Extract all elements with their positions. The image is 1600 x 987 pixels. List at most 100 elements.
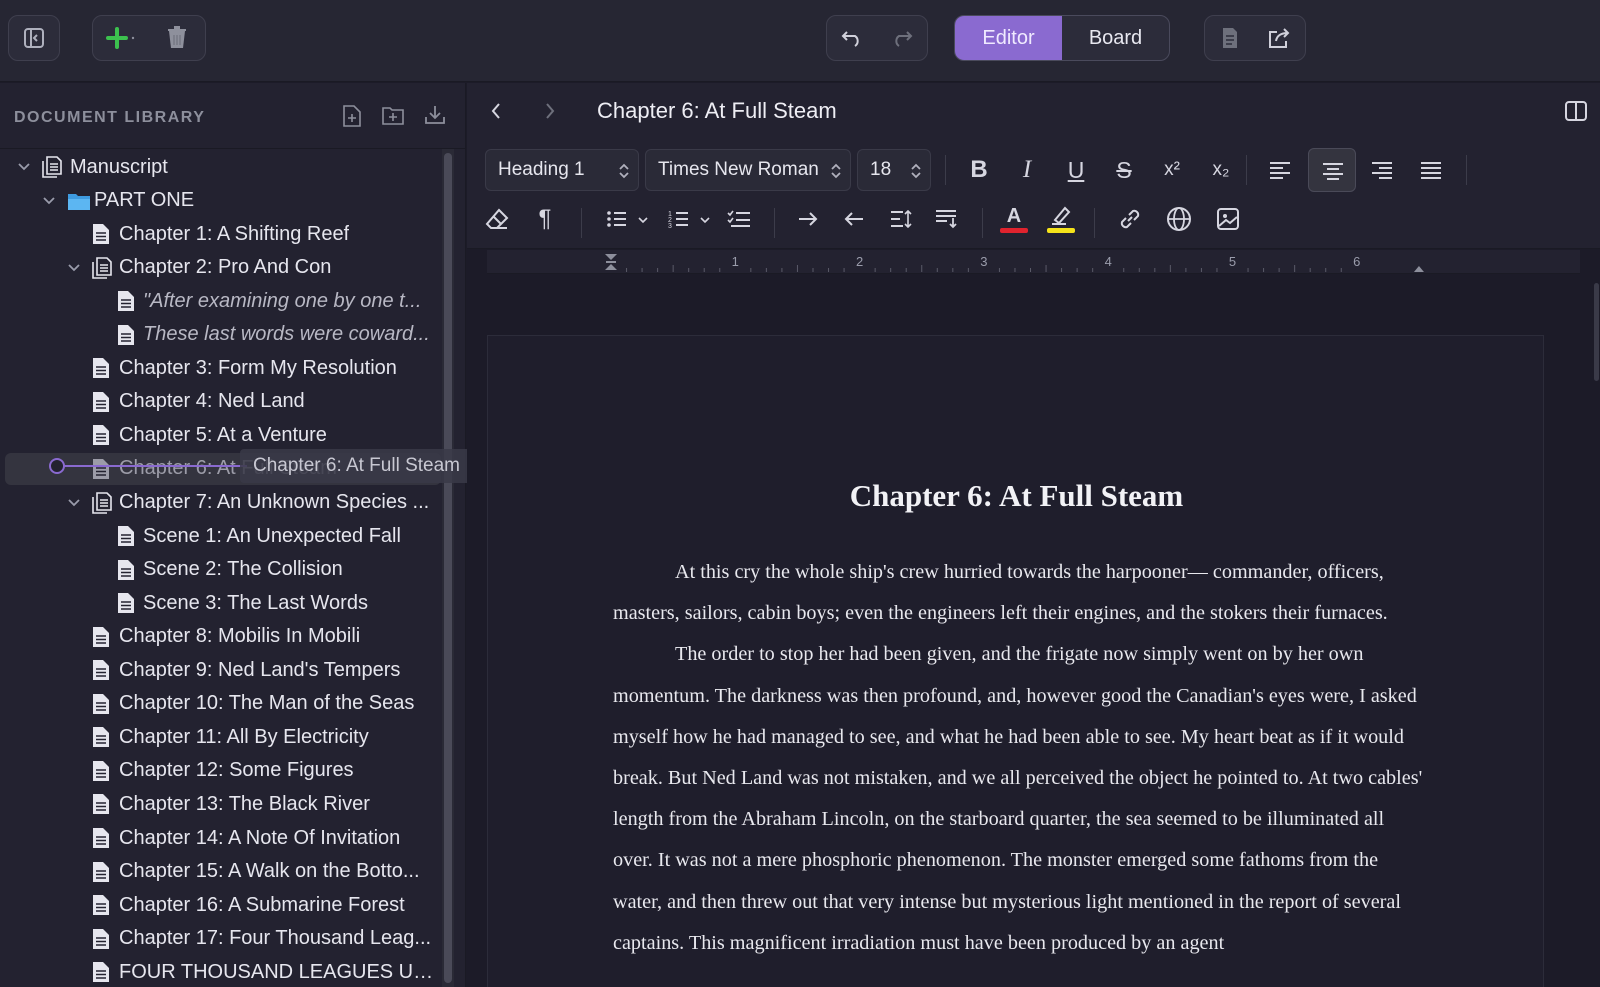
align-right-button[interactable] (1367, 155, 1397, 185)
document-button[interactable] (1205, 16, 1255, 60)
document-page[interactable]: Chapter 6: At Full Steam At this cry the… (487, 335, 1544, 987)
new-document-icon[interactable] (342, 105, 362, 127)
clear-format-button[interactable] (482, 204, 512, 234)
tab-board[interactable]: Board (1062, 16, 1169, 60)
tree-item[interactable]: "After examining one by one t... (5, 285, 441, 317)
toolbar-divider (945, 155, 946, 185)
tree-item[interactable]: Scene 1: An Unexpected Fall (5, 520, 441, 552)
tree-item[interactable]: Chapter 15: A Walk on the Botto... (5, 856, 441, 888)
tree-item[interactable]: PART ONE (5, 185, 441, 217)
tree-item[interactable]: Chapter 5: At a Venture (5, 419, 441, 451)
tree-item[interactable]: Chapter 17: Four Thousand Leag... (5, 923, 441, 955)
checklist-button[interactable] (724, 204, 754, 234)
line-spacing-button[interactable] (886, 204, 916, 234)
highlight-color-button[interactable] (1046, 201, 1076, 237)
tree-item[interactable]: These last words were coward... (5, 319, 441, 351)
paragraph-spacing-button[interactable] (932, 204, 962, 234)
tree-item[interactable]: Chapter 7: An Unknown Species ... (5, 487, 441, 519)
tree-item[interactable]: Chapter 3: Form My Resolution (5, 352, 441, 384)
forward-button[interactable] (535, 96, 565, 126)
split-view-button[interactable] (1561, 96, 1591, 126)
tree-item-label: These last words were coward... (143, 323, 430, 346)
bullet-list-button[interactable] (600, 204, 656, 234)
tree-item[interactable]: Scene 3: The Last Words (5, 587, 441, 619)
updown-icon (911, 163, 921, 179)
bold-icon: B (970, 156, 988, 183)
tab-editor[interactable]: Editor (955, 16, 1062, 60)
tree-item-label: Chapter 3: Form My Resolution (119, 356, 397, 379)
ruler-scale: 1 2 3 4 5 6 (605, 254, 1424, 272)
chevron-down-icon[interactable] (66, 495, 82, 511)
tree-item[interactable]: Chapter 4: Ned Land (5, 386, 441, 418)
sidebar-toggle-button[interactable] (8, 15, 60, 61)
ruler-number: 1 (732, 254, 739, 269)
text-color-button[interactable]: A (999, 201, 1029, 237)
font-family-select[interactable]: Times New Roman (645, 149, 851, 191)
superscript-button[interactable]: x² (1157, 155, 1187, 185)
tree-item[interactable]: Chapter 8: Mobilis In Mobili (5, 621, 441, 653)
document-icon (117, 324, 135, 346)
eraser-icon (485, 208, 509, 229)
justify-button[interactable] (1416, 155, 1446, 185)
back-button[interactable] (481, 96, 511, 126)
tree-item-label: Chapter 5: At a Venture (119, 423, 327, 446)
page-body[interactable]: At this cry the whole ship's crew hurrie… (613, 552, 1428, 964)
document-icon (92, 928, 110, 950)
sidebar-toggle-icon (9, 16, 59, 60)
chevron-right-icon (546, 103, 555, 119)
horizontal-ruler[interactable]: 1 2 3 4 5 6 (487, 250, 1580, 274)
indent-button[interactable] (793, 204, 823, 234)
editor-scroll-thumb[interactable] (1594, 283, 1599, 381)
sidebar-scroll-thumb[interactable] (444, 153, 452, 983)
library-header: DOCUMENT LIBRARY (0, 83, 466, 149)
tree-item[interactable]: Chapter 1: A Shifting Reef (5, 218, 441, 250)
tree-item-label: Scene 1: An Unexpected Fall (143, 524, 401, 547)
tree-item[interactable]: Chapter 13: The Black River (5, 788, 441, 820)
link-button[interactable] (1115, 204, 1145, 234)
tree-item[interactable]: Chapter 16: A Submarine Forest (5, 889, 441, 921)
tree-item[interactable]: Chapter 10: The Man of the Seas (5, 688, 441, 720)
tree-item-label: Chapter 2: Pro And Con (119, 256, 332, 279)
underline-icon: U (1067, 156, 1085, 183)
web-link-button[interactable] (1164, 204, 1194, 234)
download-icon[interactable] (424, 105, 446, 125)
insert-image-button[interactable] (1213, 204, 1243, 234)
italic-button[interactable]: I (1012, 155, 1042, 185)
outdent-button[interactable] (839, 204, 869, 234)
document-icon (92, 760, 110, 782)
tree-item[interactable]: Chapter 14: A Note Of Invitation (5, 822, 441, 854)
strikethrough-button[interactable]: S (1109, 155, 1139, 185)
link-icon (1120, 209, 1140, 229)
tree-item[interactable]: FOUR THOUSAND LEAGUES UN... (5, 956, 441, 987)
numbered-list-button[interactable]: 123 (662, 204, 718, 234)
underline-button[interactable]: U (1061, 155, 1091, 185)
subscript-icon: x₂ (1212, 159, 1230, 180)
show-invisibles-button[interactable]: ¶ (530, 204, 560, 234)
tree-item[interactable]: Chapter 12: Some Figures (5, 755, 441, 787)
tree-item[interactable]: Chapter 11: All By Electricity (5, 721, 441, 753)
numbered-list-icon: 123 (668, 211, 710, 229)
document-library-sidebar: DOCUMENT LIBRARY Manuscript PART ONE Chapt… (0, 83, 482, 987)
bold-button[interactable]: B (964, 155, 994, 185)
add-button[interactable] (93, 16, 149, 60)
subscript-button[interactable]: x₂ (1206, 155, 1236, 185)
tree-item[interactable]: Chapter 2: Pro And Con (5, 252, 441, 284)
tree-item[interactable]: Chapter 9: Ned Land's Tempers (5, 654, 441, 686)
document-icon (92, 458, 110, 480)
font-size-select[interactable]: 18 (857, 149, 931, 191)
tree-item[interactable]: Manuscript (5, 151, 441, 183)
paragraph-style-select[interactable]: Heading 1 (485, 149, 639, 191)
chevron-down-icon[interactable] (66, 260, 82, 276)
redo-button[interactable] (877, 16, 927, 60)
align-left-button[interactable] (1265, 155, 1295, 185)
tree-item[interactable]: Scene 2: The Collision (5, 554, 441, 586)
chevron-down-icon[interactable] (16, 159, 32, 175)
toolbar-divider (1246, 155, 1247, 185)
chevron-down-icon[interactable] (41, 193, 57, 209)
undo-button[interactable] (827, 16, 877, 60)
align-center-button[interactable] (1308, 148, 1356, 192)
strikethrough-icon: S (1116, 156, 1132, 183)
new-folder-icon[interactable] (382, 105, 404, 125)
share-button[interactable] (1255, 16, 1305, 60)
trash-button[interactable] (149, 16, 205, 60)
